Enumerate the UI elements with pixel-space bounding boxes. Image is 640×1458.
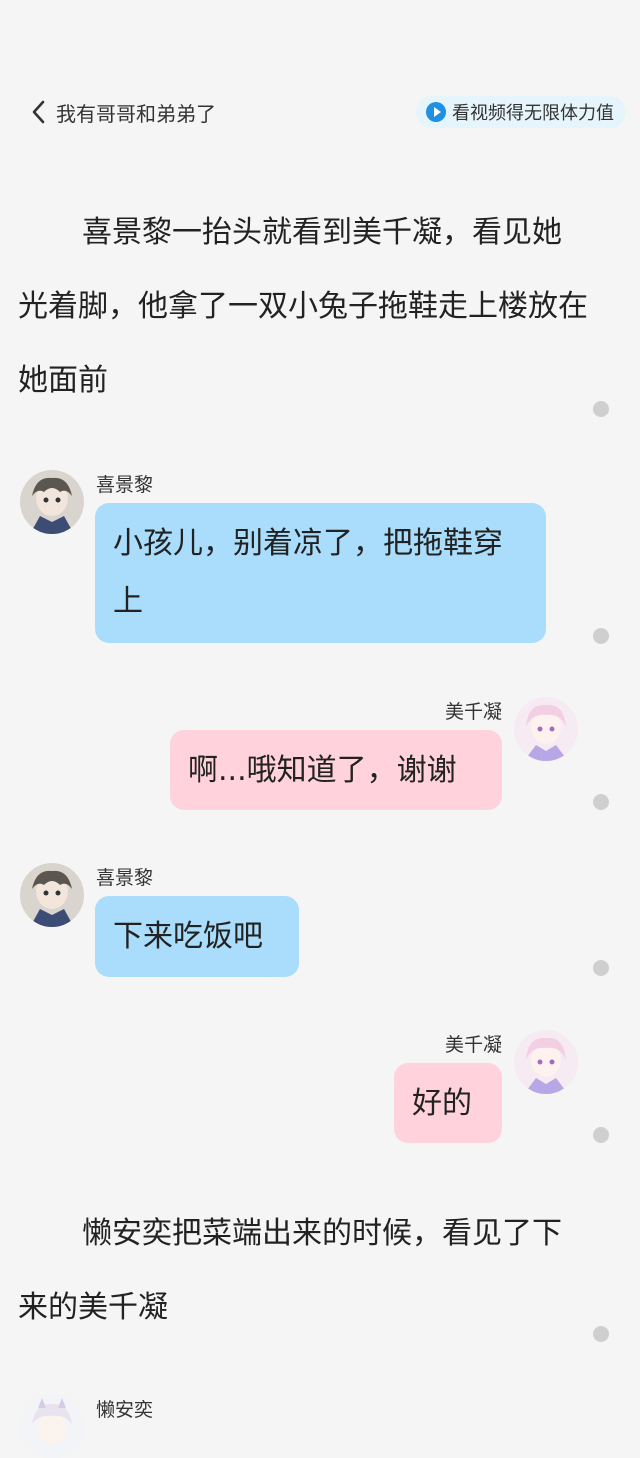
avatar-meiqianning[interactable] <box>514 697 578 761</box>
speaker-name: 懒安奕 <box>96 1399 154 1421</box>
narration-paragraph: 喜景黎一抬头就看到美千凝，看见她光着脚，他拿了一双小兔子拖鞋走上楼放在她面前 <box>18 196 588 418</box>
comment-dot-icon[interactable] <box>593 1326 609 1342</box>
watch-video-label: 看视频得无限体力值 <box>452 103 614 124</box>
speaker-name: 喜景黎 <box>96 474 154 496</box>
speaker-name: 美千凝 <box>444 701 502 723</box>
narration-text: 喜景黎一抬头就看到美千凝，看见她光着脚，他拿了一双小兔子拖鞋走上楼放在她面前 <box>18 215 588 398</box>
speaker-name: 美千凝 <box>444 1034 502 1056</box>
comment-dot-icon[interactable] <box>593 1127 609 1143</box>
comment-dot-icon[interactable] <box>593 794 609 810</box>
narration-paragraph: 懒安奕把菜端出来的时候，看见了下来的美千凝 <box>18 1197 588 1345</box>
message-bubble: 好的 <box>394 1063 502 1143</box>
avatar-xijingli[interactable] <box>20 470 84 534</box>
avatar-lananyi[interactable] <box>20 1394 84 1458</box>
comment-dot-icon[interactable] <box>593 960 609 976</box>
avatar-xijingli[interactable] <box>20 863 84 927</box>
speaker-name: 喜景黎 <box>96 867 154 889</box>
chevron-left-icon <box>32 100 45 124</box>
message-bubble: 啊...哦知道了，谢谢 <box>170 730 502 810</box>
watch-video-button[interactable]: 看视频得无限体力值 <box>416 96 626 128</box>
comment-dot-icon[interactable] <box>593 628 609 644</box>
comment-dot-icon[interactable] <box>593 401 609 417</box>
message-bubble: 下来吃饭吧 <box>95 896 299 977</box>
narration-text: 懒安奕把菜端出来的时候，看见了下来的美千凝 <box>18 1216 562 1325</box>
top-bar: 我有哥哥和弟弟了 看视频得无限体力值 <box>0 92 640 132</box>
avatar-meiqianning[interactable] <box>514 1030 578 1094</box>
chapter-title: 我有哥哥和弟弟了 <box>56 101 216 126</box>
back-button[interactable]: 我有哥哥和弟弟了 <box>30 96 230 128</box>
play-circle-icon <box>426 102 446 122</box>
message-bubble: 小孩儿，别着凉了，把拖鞋穿上 <box>95 503 546 643</box>
